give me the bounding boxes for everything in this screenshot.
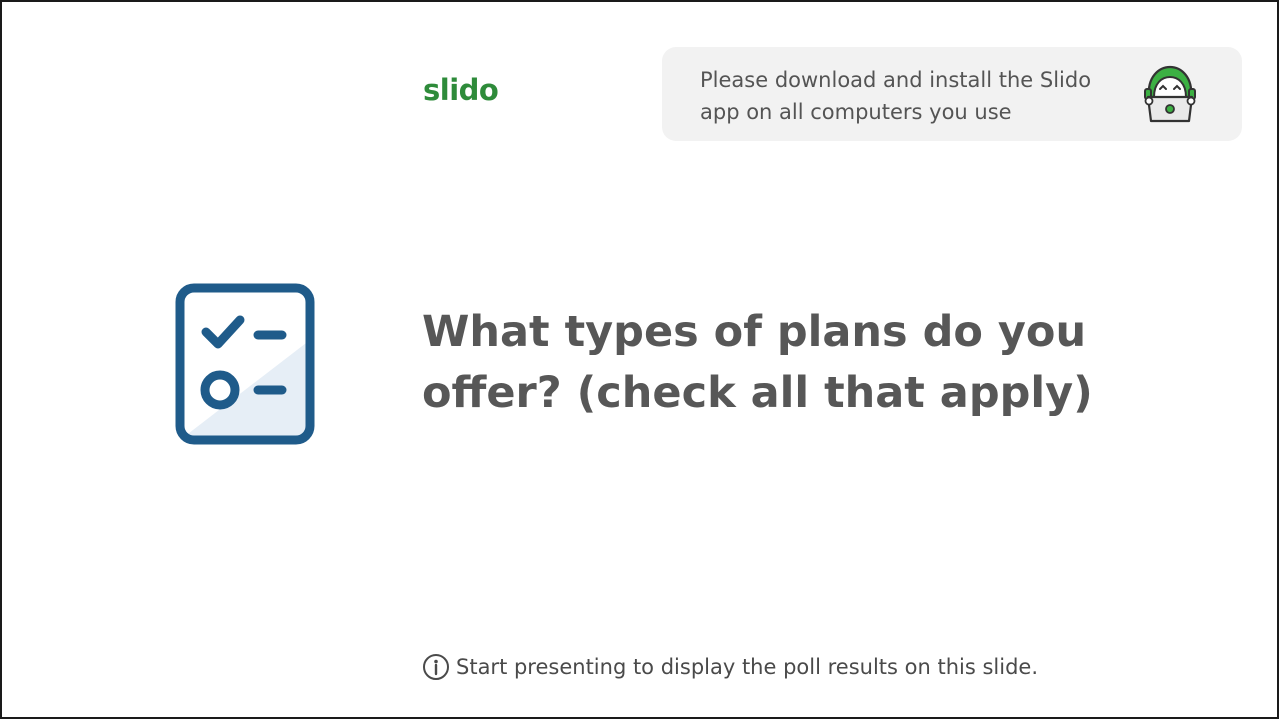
slido-logo: slido (423, 73, 499, 107)
presenting-hint-text: Start presenting to display the poll res… (456, 655, 1039, 679)
install-app-message: Please download and install the Slido ap… (700, 68, 1092, 124)
slido-mascot-laptop-icon (1144, 65, 1196, 123)
info-circle-icon (423, 654, 449, 680)
presenting-hint: Start presenting to display the poll res… (422, 652, 1038, 682)
poll-checklist-icon (175, 283, 315, 445)
slido-slide: slido Please download and install the Sl… (0, 0, 1279, 719)
poll-question: What types of plans do you offer? (check… (422, 307, 1093, 418)
install-app-banner: Please download and install the Slido ap… (662, 47, 1242, 141)
